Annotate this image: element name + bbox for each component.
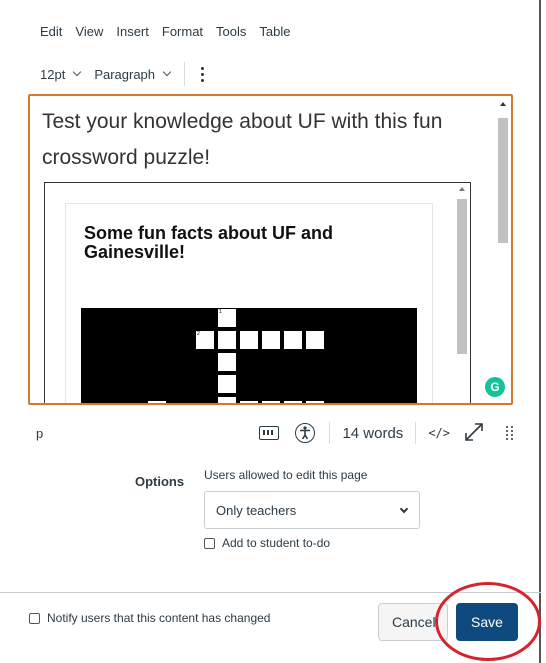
edit-permission-label: Users allowed to edit this page: [204, 468, 368, 482]
menu-edit[interactable]: Edit: [40, 24, 62, 39]
cell-number: 2: [197, 331, 200, 337]
options-label: Options: [135, 474, 185, 489]
crossword-cell[interactable]: [305, 400, 325, 403]
resize-handle-icon[interactable]: [506, 426, 514, 440]
scroll-up-arrow-icon[interactable]: [500, 102, 506, 106]
editor-scrollbar[interactable]: [497, 100, 509, 400]
notify-users-label[interactable]: Notify users that this content has chang…: [47, 611, 270, 625]
cancel-button[interactable]: Cancel: [378, 603, 448, 641]
crossword-cell[interactable]: [261, 330, 281, 350]
cell-number: 1: [219, 309, 222, 315]
statusbar-tools: 14 words </>: [259, 421, 514, 445]
embedded-crossword-frame[interactable]: Some fun facts about UF and Gainesville!…: [44, 182, 471, 403]
crossword-cell[interactable]: [217, 374, 237, 394]
grammarly-icon[interactable]: G: [485, 377, 505, 397]
edit-permission-value: Only teachers: [216, 502, 297, 518]
add-to-todo-label[interactable]: Add to student to-do: [222, 536, 330, 550]
crossword-cell[interactable]: [283, 330, 303, 350]
crossword-cell[interactable]: [239, 400, 259, 403]
menu-insert[interactable]: Insert: [116, 24, 149, 39]
page-editor-frame: Edit View Insert Format Tools Table 12pt…: [0, 0, 541, 663]
keyboard-shortcuts-icon[interactable]: [259, 426, 280, 440]
fullscreen-expand-icon[interactable]: [464, 422, 484, 445]
save-button-label: Save: [471, 614, 503, 630]
scroll-up-arrow-icon[interactable]: [459, 187, 465, 191]
edit-permission-select[interactable]: Only teachers: [204, 491, 420, 529]
embed-title: Some fun facts about UF and Gainesville!: [84, 223, 334, 262]
element-path[interactable]: p: [36, 426, 43, 441]
font-size-dropdown[interactable]: 12pt: [40, 66, 82, 82]
crossword-cell[interactable]: 1: [217, 308, 237, 328]
footer-divider: [0, 592, 541, 593]
chevron-down-icon: [162, 67, 172, 77]
crossword-cell[interactable]: [305, 330, 325, 350]
menu-tools[interactable]: Tools: [216, 24, 246, 39]
block-format-value: Paragraph: [94, 66, 156, 82]
editor-intro-text[interactable]: Test your knowledge about UF with this f…: [42, 104, 482, 176]
embed-scrollbar[interactable]: [456, 185, 468, 401]
crossword-cell[interactable]: [217, 396, 237, 403]
chevron-down-icon: [73, 67, 82, 77]
menu-view[interactable]: View: [75, 24, 103, 39]
toolbar-divider: [184, 62, 186, 86]
scrollbar-thumb[interactable]: [457, 199, 467, 354]
rich-content-editor[interactable]: Test your knowledge about UF with this f…: [28, 94, 513, 405]
add-to-todo-option[interactable]: Add to student to-do: [204, 536, 330, 550]
cancel-button-label: Cancel: [392, 614, 436, 630]
menu-table[interactable]: Table: [259, 24, 290, 39]
crossword-cell[interactable]: [283, 400, 303, 403]
crossword-cell[interactable]: [217, 352, 237, 372]
word-count[interactable]: 14 words: [342, 425, 403, 442]
statusbar-divider: [415, 422, 417, 444]
crossword-cell[interactable]: 2: [195, 330, 215, 350]
editor-statusbar: p 14 words </>: [34, 421, 514, 445]
notify-users-checkbox[interactable]: [29, 612, 40, 624]
crossword-grid[interactable]: 1 2: [81, 308, 417, 403]
editor-menubar: Edit View Insert Format Tools Table: [40, 24, 303, 39]
editor-toolbar: 12pt Paragraph: [40, 62, 205, 86]
block-format-dropdown[interactable]: Paragraph: [94, 66, 172, 82]
font-size-value: 12pt: [40, 66, 66, 82]
notify-users-option[interactable]: Notify users that this content has chang…: [29, 611, 270, 625]
crossword-cell[interactable]: [239, 330, 259, 350]
crossword-cell[interactable]: [217, 330, 237, 350]
statusbar-divider: [329, 422, 331, 444]
accessibility-checker-icon[interactable]: [295, 423, 316, 443]
html-editor-toggle-icon[interactable]: </>: [428, 426, 450, 440]
chevron-down-icon: [399, 504, 409, 514]
crossword-cell[interactable]: [147, 400, 167, 403]
crossword-cell[interactable]: [261, 400, 281, 403]
more-options-icon[interactable]: [201, 66, 205, 82]
menu-format[interactable]: Format: [162, 24, 203, 39]
scrollbar-thumb[interactable]: [498, 118, 508, 243]
add-to-todo-checkbox[interactable]: [204, 537, 215, 549]
save-button[interactable]: Save: [456, 603, 518, 641]
